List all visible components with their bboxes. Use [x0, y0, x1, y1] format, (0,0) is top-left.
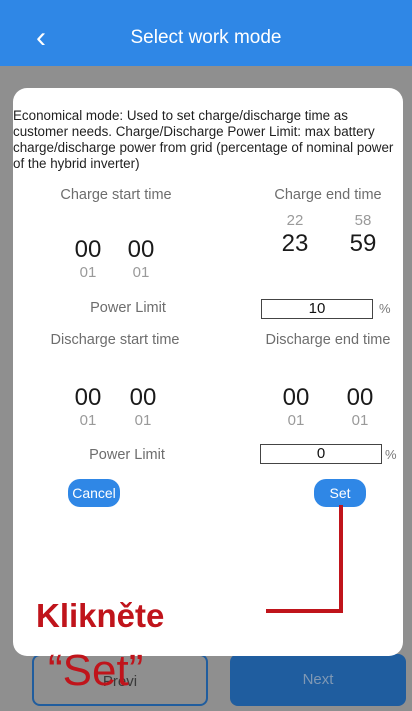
- discharge-end-minute-picker[interactable]: 00 01: [340, 384, 380, 430]
- discharge-start-minute: 00: [129, 384, 157, 411]
- charge-end-minute: 59: [349, 230, 377, 257]
- charge-end-hour-picker[interactable]: 22 23: [275, 212, 315, 258]
- discharge-start-hour-next: 01: [79, 412, 97, 429]
- discharge-end-hour-next: 01: [287, 412, 305, 429]
- next-button[interactable]: Next: [230, 654, 406, 706]
- discharge-end-label: Discharge end time: [265, 332, 391, 348]
- discharge-start-label: Discharge start time: [50, 332, 180, 348]
- discharge-end-minute: 00: [346, 384, 374, 411]
- charge-start-hour-picker[interactable]: 00 01: [68, 236, 108, 282]
- charge-start-label: Charge start time: [60, 187, 172, 203]
- discharge-end-hour: 00: [282, 384, 310, 411]
- discharge-percent-unit: %: [385, 447, 397, 462]
- callout-line-horizontal: [266, 609, 343, 613]
- discharge-start-hour: 00: [74, 384, 102, 411]
- page-title: Select work mode: [130, 27, 282, 48]
- callout-set-label: “Set”: [48, 646, 144, 695]
- discharge-start-minute-next: 01: [134, 412, 152, 429]
- charge-power-limit-input[interactable]: 10: [261, 299, 373, 319]
- charge-start-minute-picker[interactable]: 00 01: [121, 236, 161, 282]
- charge-end-minute-prev: 58: [354, 212, 372, 229]
- cancel-button[interactable]: Cancel: [68, 479, 120, 507]
- charge-start-hour-next: 01: [79, 264, 97, 281]
- discharge-end-hour-picker[interactable]: 00 01: [276, 384, 316, 430]
- charge-end-minute-picker[interactable]: 58 59: [343, 212, 383, 258]
- charge-end-label: Charge end time: [274, 187, 382, 203]
- discharge-power-limit-label: Power Limit: [89, 447, 165, 463]
- discharge-start-minute-picker[interactable]: 00 01: [123, 384, 163, 430]
- charge-end-hour: 23: [281, 230, 309, 257]
- work-mode-dialog: Economical mode: Used to set charge/disc…: [13, 88, 403, 656]
- set-button[interactable]: Set: [314, 479, 366, 507]
- mode-description: Economical mode: Used to set charge/disc…: [13, 108, 394, 171]
- charge-start-minute: 00: [127, 236, 155, 263]
- charge-end-hour-prev: 22: [286, 212, 304, 229]
- discharge-end-minute-next: 01: [351, 412, 369, 429]
- discharge-start-hour-picker[interactable]: 00 01: [68, 384, 108, 430]
- charge-percent-unit: %: [379, 301, 391, 316]
- charge-power-limit-label: Power Limit: [90, 300, 166, 316]
- charge-start-hour: 00: [74, 236, 102, 263]
- callout-instruction: Klikněte: [36, 597, 165, 634]
- callout-line-vertical: [339, 505, 343, 613]
- charge-start-minute-next: 01: [132, 264, 150, 281]
- discharge-power-limit-input[interactable]: 0: [260, 444, 382, 464]
